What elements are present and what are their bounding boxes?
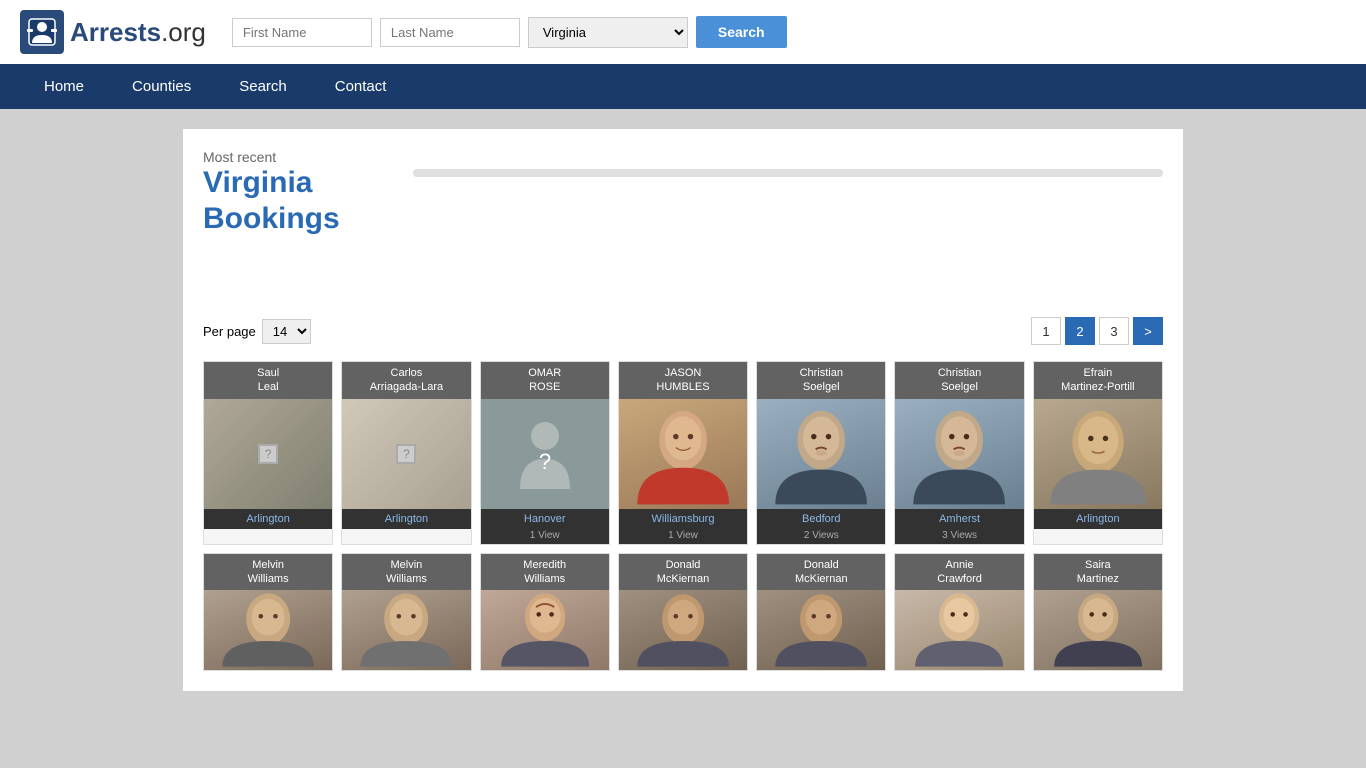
mugshot-card-efrain[interactable]: EfrainMartinez-Portill Arlington: [1033, 361, 1163, 545]
mugshot-name: SairaMartinez: [1034, 554, 1162, 591]
page-title: VirginiaBookings: [203, 165, 383, 237]
card-bottom: Arlington: [1034, 509, 1162, 529]
mugshot-name: ChristianSoelgel: [895, 362, 1023, 399]
mugshot-name: OMARROSE: [481, 362, 609, 399]
last-name-input[interactable]: [380, 18, 520, 47]
mugshot-card-saul-leal[interactable]: SaulLeal ? Arlington: [203, 361, 333, 545]
card-bottom: Bedford 2 Views: [757, 509, 885, 544]
mugshot-card-omar[interactable]: OMARROSE ? Hanover 1 View: [480, 361, 610, 545]
main-content: Most recent VirginiaBookings Per page 7 …: [183, 129, 1183, 691]
page-1[interactable]: 1: [1031, 317, 1061, 345]
mugshot-photo: [204, 590, 332, 670]
mugshot-card-meredith[interactable]: MeredithWilliams: [480, 553, 610, 672]
per-page-area: Per page 7 14 21 28: [203, 319, 311, 344]
header-search-button[interactable]: Search: [696, 16, 787, 48]
mugshot-grid: SaulLeal ? Arlington CarlosArriagada-Lar…: [203, 361, 1163, 671]
mugshot-photo: [619, 590, 747, 670]
mugshot-photo: ?: [204, 399, 332, 509]
mugshot-photo: [619, 399, 747, 509]
page-next[interactable]: >: [1133, 317, 1163, 345]
mugshot-photo: [895, 590, 1023, 670]
nav-contact[interactable]: Contact: [311, 64, 411, 109]
mugshot-name: DonaldMcKiernan: [619, 554, 747, 591]
mugshot-location: Arlington: [342, 509, 470, 529]
per-page-select[interactable]: 7 14 21 28: [262, 319, 311, 344]
mugshot-name: MelvinWilliams: [204, 554, 332, 591]
page-3[interactable]: 3: [1099, 317, 1129, 345]
mugshot-location: Bedford: [757, 509, 885, 529]
mugshot-name: AnnieCrawford: [895, 554, 1023, 591]
mugshot-card-christian1[interactable]: ChristianSoelgel Bedford 2 Views: [756, 361, 886, 545]
mugshot-card-donald1[interactable]: DonaldMcKiernan: [618, 553, 748, 672]
nav-counties[interactable]: Counties: [108, 64, 215, 109]
mugshot-card-melvin1[interactable]: MelvinWilliams: [203, 553, 333, 672]
mugshot-photo: [895, 399, 1023, 509]
mugshot-photo: ?: [342, 399, 470, 509]
mugshot-photo: [757, 399, 885, 509]
mugshot-name: SaulLeal: [204, 362, 332, 399]
page-2[interactable]: 2: [1065, 317, 1095, 345]
mugshot-name: MelvinWilliams: [342, 554, 470, 591]
mugshot-photo: [342, 590, 470, 670]
mugshot-views: 2 Views: [757, 529, 885, 544]
mugshot-name: ChristianSoelgel: [757, 362, 885, 399]
mugshot-location: Arlington: [1034, 509, 1162, 529]
mugshot-location: Arlington: [204, 509, 332, 529]
mugshot-card-christian2[interactable]: ChristianSoelgel Amherst 3 Views: [894, 361, 1024, 545]
mugshot-name: EfrainMartinez-Portill: [1034, 362, 1162, 399]
card-bottom: Amherst 3 Views: [895, 509, 1023, 544]
most-recent-label: Most recent: [203, 149, 383, 165]
svg-text:?: ?: [539, 449, 551, 474]
nav-home[interactable]: Home: [20, 64, 108, 109]
mugshot-photo: [481, 590, 609, 670]
mugshot-name: CarlosArriagada-Lara: [342, 362, 470, 399]
mugshot-name: DonaldMcKiernan: [757, 554, 885, 591]
mugshot-photo: ?: [481, 399, 609, 509]
mugshot-card-jason[interactable]: JASONHUMBLES Williamsburg 1 View: [618, 361, 748, 545]
mugshot-card-saira[interactable]: SairaMartinez: [1033, 553, 1163, 672]
mugshot-card-carlos[interactable]: CarlosArriagada-Lara ? Arlington: [341, 361, 471, 545]
mugshot-photo: [1034, 590, 1162, 670]
mugshot-views: 3 Views: [895, 529, 1023, 544]
first-name-input[interactable]: [232, 18, 372, 47]
card-bottom: Arlington: [342, 509, 470, 529]
search-form: Virginia Alabama Alaska Arizona Californ…: [232, 16, 787, 48]
mugshot-name: JASONHUMBLES: [619, 362, 747, 399]
nav-search[interactable]: Search: [215, 64, 311, 109]
mugshot-location: Williamsburg: [619, 509, 747, 529]
card-bottom: Hanover 1 View: [481, 509, 609, 544]
top-controls: Per page 7 14 21 28 1 2 3 >: [203, 317, 1163, 345]
state-select[interactable]: Virginia Alabama Alaska Arizona Californ…: [528, 17, 688, 48]
pagination: 1 2 3 >: [1031, 317, 1163, 345]
nav-bar: Home Counties Search Contact: [0, 64, 1366, 109]
mugshot-card-annie[interactable]: AnnieCrawford: [894, 553, 1024, 672]
mugshot-views: 1 View: [481, 529, 609, 544]
mugshot-photo: [757, 590, 885, 670]
logo-text: Arrests.org: [70, 16, 206, 48]
mugshot-views: 1 View: [619, 529, 747, 544]
logo-area[interactable]: Arrests.org: [20, 10, 206, 54]
logo-icon: [20, 10, 64, 54]
page-title-area: Most recent VirginiaBookings: [203, 149, 383, 237]
mugshot-card-donald2[interactable]: DonaldMcKiernan: [756, 553, 886, 672]
mugshot-photo: [1034, 399, 1162, 509]
per-page-label: Per page: [203, 324, 256, 339]
mugshot-name: MeredithWilliams: [481, 554, 609, 591]
card-bottom: Arlington: [204, 509, 332, 529]
header: Arrests.org Virginia Alabama Alaska Ariz…: [0, 0, 1366, 64]
mugshot-location: Hanover: [481, 509, 609, 529]
card-bottom: Williamsburg 1 View: [619, 509, 747, 544]
mugshot-location: Amherst: [895, 509, 1023, 529]
mugshot-card-melvin2[interactable]: MelvinWilliams: [341, 553, 471, 672]
